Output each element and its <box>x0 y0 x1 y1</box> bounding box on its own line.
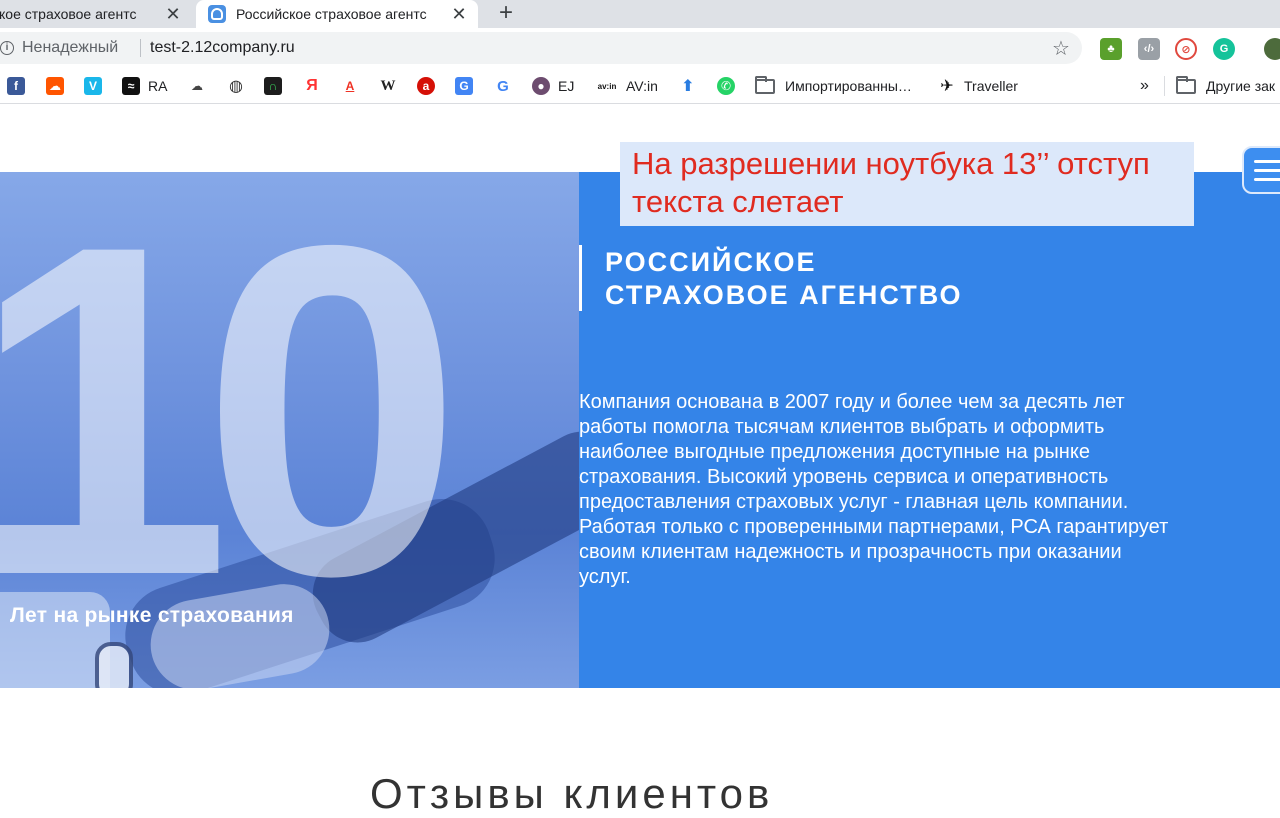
menu-line-icon <box>1254 169 1280 172</box>
folder-icon <box>755 75 775 94</box>
bookmark-whatsapp[interactable]: ✆ <box>717 76 743 96</box>
whatsapp-icon: ✆ <box>717 77 735 95</box>
bookmark-vimeo[interactable]: V <box>84 76 110 96</box>
facebook-icon: f <box>7 77 25 95</box>
bookmark-soundcloud[interactable]: ☁ <box>46 76 72 96</box>
close-tab-icon[interactable]: ✕ <box>450 5 468 23</box>
cloud-icon: ☁ <box>188 77 206 95</box>
address-divider <box>140 39 141 57</box>
bookmark-label: Другие зак <box>1206 78 1276 94</box>
bookmark-translate[interactable]: G <box>455 76 481 96</box>
bookmark-label: Traveller <box>964 78 1018 94</box>
bookmark-alfa[interactable]: A <box>341 76 367 96</box>
bookmark-yandex[interactable]: Я <box>303 76 329 96</box>
alfa-icon: A <box>341 77 359 95</box>
profile-avatar[interactable] <box>1264 38 1280 60</box>
extension-tree-icon[interactable]: ♣ <box>1100 38 1122 60</box>
bookmark-headphones[interactable]: ∩ <box>264 76 290 96</box>
lastfm-icon: a <box>417 77 435 95</box>
company-title-line: СТРАХОВОЕ АГЕНСТВО <box>605 280 963 310</box>
company-title-line: РОССИЙСКОЕ <box>605 247 817 277</box>
title-accent-bar <box>579 245 582 311</box>
bookmarks-bar: f ☁ V ≈ RA ☁ ◍ ∩ Я A W a G G ● EJ av:in … <box>0 68 1280 104</box>
bookmark-avin[interactable]: av:in AV:in <box>596 76 658 96</box>
ej-icon: ● <box>532 77 550 95</box>
bookmark-other-folder[interactable]: Другие зак <box>1176 75 1276 96</box>
company-description: Компания основана в 2007 году и более че… <box>579 391 1169 588</box>
google-icon: G <box>494 77 512 95</box>
browser-toolbar: i Ненадежный test-2.12company.ru ☆ <box>0 28 1280 68</box>
folder-icon <box>1176 75 1196 94</box>
bookmark-ej[interactable]: ● EJ <box>532 76 574 96</box>
bookmark-star-icon[interactable]: ☆ <box>1052 36 1070 61</box>
bookmark-wikipedia[interactable]: W <box>379 76 405 96</box>
close-tab-icon[interactable]: ✕ <box>164 5 182 23</box>
bookmark-cloud[interactable]: ☁ <box>188 76 214 96</box>
bookmarks-overflow-button[interactable]: » <box>1140 76 1149 96</box>
tab-title: ское страховое агентс <box>0 6 137 22</box>
site-favicon-icon <box>208 5 226 23</box>
years-number: 10 <box>0 148 463 673</box>
arrow-up-icon: ⬆ <box>679 77 697 95</box>
annotation-line: текста слетает <box>632 184 844 219</box>
bookmark-arrow[interactable]: ⬆ <box>679 76 705 96</box>
reviews-heading: Отзывы клиентов <box>370 770 774 817</box>
address-bar[interactable]: i Ненадежный test-2.12company.ru ☆ <box>0 32 1082 64</box>
annotation-line: На разрешении ноутбука 13’’ отступ <box>632 146 1150 181</box>
grammarly-icon[interactable]: G <box>1213 38 1235 60</box>
bookmark-label: EJ <box>558 78 575 94</box>
bookmarks-divider <box>1164 76 1165 96</box>
extension-code-icon[interactable]: ‹/› <box>1138 38 1160 60</box>
globe-icon: ◍ <box>227 77 245 95</box>
bookmark-folder-imported[interactable]: Импортированны… <box>755 75 912 96</box>
url-text[interactable]: test-2.12company.ru <box>150 39 295 57</box>
tab-strip: ское страховое агентс ✕ Российское страх… <box>0 0 1280 28</box>
bookmark-label: Импортированны… <box>785 78 912 94</box>
avin-icon: av:in <box>596 77 618 95</box>
site-info-icon[interactable]: i <box>0 41 14 55</box>
new-tab-button[interactable]: + <box>494 0 518 28</box>
security-status[interactable]: Ненадежный <box>22 39 118 57</box>
ra-icon: ≈ <box>122 77 140 95</box>
wikipedia-icon: W <box>379 77 397 95</box>
extension-block-icon[interactable]: ⊘ <box>1175 38 1197 60</box>
company-title: РОССИЙСКОЕ СТРАХОВОЕ АГЕНСТВО <box>605 246 963 312</box>
yandex-icon: Я <box>303 77 321 95</box>
bookmark-google[interactable]: G <box>494 76 520 96</box>
annotation-text: На разрешении ноутбука 13’’ отступ текст… <box>632 145 1150 221</box>
bookmark-ra[interactable]: ≈ RA <box>122 76 167 96</box>
tab-inactive[interactable]: ское страховое агентс ✕ <box>0 0 192 28</box>
bookmark-label: AV:in <box>626 78 658 94</box>
soundcloud-icon: ☁ <box>46 77 64 95</box>
plane-icon: ✈ <box>938 77 956 95</box>
tab-title: Российское страховое агентс <box>236 6 427 22</box>
bookmark-label: RA <box>148 78 168 94</box>
tab-active[interactable]: Российское страховое агентс ✕ <box>196 0 478 28</box>
bookmark-globe[interactable]: ◍ <box>227 76 253 96</box>
bookmark-facebook[interactable]: f <box>7 76 33 96</box>
hamburger-menu-button[interactable] <box>1242 146 1280 194</box>
bookmark-lastfm[interactable]: a <box>417 76 443 96</box>
headphones-icon: ∩ <box>264 77 282 95</box>
years-caption: Лет на рынке страхования <box>10 604 294 627</box>
menu-line-icon <box>1254 178 1280 181</box>
bookmark-traveller[interactable]: ✈ Traveller <box>938 76 1018 96</box>
translate-icon: G <box>455 77 473 95</box>
vimeo-icon: V <box>84 77 102 95</box>
menu-line-icon <box>1254 160 1280 163</box>
